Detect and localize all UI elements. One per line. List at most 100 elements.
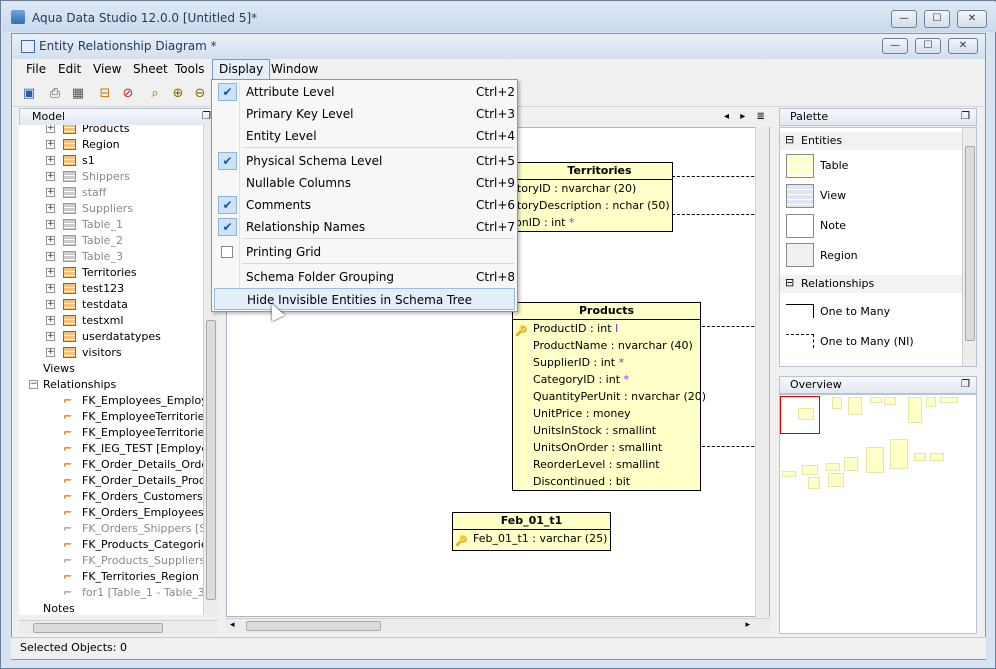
tree-item-table[interactable]: + visitors (19, 345, 203, 361)
menu-item[interactable]: Hide Invisible Entities in Schema Tree (214, 288, 515, 310)
menu-item[interactable]: Schema Folder Grouping Ctrl+8 (214, 266, 515, 288)
entity-products[interactable]: Products 🔑 ProductID : int I ProductName… (512, 302, 706, 491)
menu-window[interactable]: Window (271, 62, 318, 76)
tree-item-table[interactable]: + Table_2 (19, 233, 203, 249)
expand-icon[interactable]: + (46, 140, 55, 149)
tree-item-relationship[interactable]: ⌐ FK_Territories_Region [R (19, 569, 203, 585)
entity-column[interactable]: rritoryID : nvarchar (20) (503, 180, 672, 197)
menu-item[interactable]: Nullable Columns Ctrl+9 (214, 172, 515, 194)
doc-close-button[interactable]: ✕ (948, 38, 978, 54)
tab-list-icon[interactable]: ≣ (756, 111, 764, 122)
palette-table[interactable]: Table (820, 159, 848, 172)
expand-icon[interactable]: + (46, 252, 55, 261)
menu-item[interactable]: Primary Key Level Ctrl+3 (214, 103, 515, 125)
tree-item-relationship[interactable]: ⌐ FK_EmployeeTerritories_ (19, 409, 203, 425)
palette-region[interactable]: Region (820, 249, 858, 262)
doc-minimize-button[interactable]: — (882, 38, 908, 54)
restore-panel-icon[interactable]: ❐ (961, 377, 970, 393)
entity-column[interactable]: QuantityPerUnit : nvarchar (20) (513, 388, 706, 405)
canvas-vertical-scrollbar[interactable] (755, 127, 770, 617)
entity-column[interactable]: 🔑 ProductID : int I (513, 320, 700, 337)
tree-item-relationships[interactable]: − Relationships (19, 377, 203, 393)
palette-view[interactable]: View (820, 189, 846, 202)
menu-sheet[interactable]: Sheet (133, 62, 168, 76)
entity-column[interactable]: ReorderLevel : smallint (513, 456, 700, 473)
menu-edit[interactable]: Edit (58, 62, 81, 76)
palette-entities-section[interactable]: ⊟ Entities (780, 132, 962, 150)
scroll-left-icon[interactable]: ◂ (230, 620, 235, 630)
palette-note[interactable]: Note (820, 219, 846, 232)
entity-column[interactable]: UnitsInStock : smallint (513, 422, 700, 439)
tree-item-table[interactable]: + Region (19, 137, 203, 153)
tree-horizontal-scrollbar[interactable] (19, 620, 218, 635)
expand-icon[interactable]: + (46, 188, 55, 197)
zoom-in-icon[interactable]: ⊕ (169, 85, 187, 103)
entity-column[interactable]: UnitPrice : money (513, 405, 700, 422)
entity-column[interactable]: UnitsOnOrder : smallint (513, 439, 700, 456)
entity-column[interactable]: Discontinued : bit (513, 473, 700, 490)
expand-icon[interactable]: + (46, 316, 55, 325)
tree-item-views[interactable]: Views (19, 361, 203, 377)
tree-item-table[interactable]: + test123 (19, 281, 203, 297)
tree-item-notes[interactable]: Notes (19, 601, 203, 615)
expand-icon[interactable]: + (46, 332, 55, 341)
collapse-icon[interactable]: ⊟ (785, 133, 794, 146)
canvas-hscroll-thumb[interactable] (246, 621, 381, 631)
doc-maximize-button[interactable]: ☐ (915, 38, 941, 54)
tree-item-table[interactable]: + s1 (19, 153, 203, 169)
expand-icon[interactable]: + (46, 268, 55, 277)
tab-next-icon[interactable]: ▸ (740, 111, 745, 122)
entity-column[interactable]: CategoryID : int * (513, 371, 700, 388)
tree-item-relationship[interactable]: ⌐ FK_Order_Details_Order (19, 457, 203, 473)
menu-tools[interactable]: Tools (175, 62, 205, 76)
page-setup-icon[interactable]: ▦ (69, 85, 87, 103)
tree-item-table[interactable]: + testdata (19, 297, 203, 313)
palette-scrollbar[interactable] (962, 128, 976, 366)
save-icon[interactable]: ▣ (20, 85, 38, 103)
tree-item-relationship[interactable]: ⌐ FK_Products_Categories (19, 537, 203, 553)
tree-item-table[interactable]: + Products (19, 125, 203, 137)
entity-column[interactable]: SupplierID : int * (513, 354, 700, 371)
expand-icon[interactable]: + (46, 156, 55, 165)
close-button[interactable]: ✕ (957, 10, 987, 28)
tree-item-relationship[interactable]: ⌐ FK_EmployeeTerritories_ (19, 425, 203, 441)
tree-item-relationship[interactable]: ⌐ FK_IEG_TEST [Employee (19, 441, 203, 457)
tree-item-table[interactable]: + Table_1 (19, 217, 203, 233)
tree-item-table[interactable]: + userdatatypes (19, 329, 203, 345)
menu-item[interactable]: Printing Grid (214, 241, 515, 263)
entity-feb-01-t1[interactable]: Feb_01_t1 🔑 Feb_01_t1 : varchar (25) (452, 512, 611, 551)
view-icon[interactable] (786, 184, 814, 208)
table-icon[interactable] (786, 154, 814, 178)
menu-item[interactable]: Entity Level Ctrl+4 (214, 125, 515, 147)
menu-file[interactable]: File (26, 62, 46, 76)
palette-one-to-many[interactable]: One to Many (820, 305, 890, 318)
expand-icon[interactable]: + (46, 284, 55, 293)
tree-item-table[interactable]: + Territories (19, 265, 203, 281)
tree-item-relationship[interactable]: ⌐ for1 [Table_1 - Table_3] (19, 585, 203, 601)
zoom-out-icon[interactable]: ⊖ (191, 85, 209, 103)
tree-item-table[interactable]: + Table_3 (19, 249, 203, 265)
overview-viewport[interactable] (780, 396, 820, 434)
menu-display[interactable]: Display (212, 59, 271, 80)
tree-item-relationship[interactable]: ⌐ FK_Orders_Shippers [Sh (19, 521, 203, 537)
tree-item-table[interactable]: + Suppliers (19, 201, 203, 217)
expand-icon[interactable]: + (46, 172, 55, 181)
menu-item[interactable]: ✔ Relationship Names Ctrl+7 (214, 216, 515, 238)
restore-panel-icon[interactable]: ❐ (961, 109, 970, 125)
menu-view[interactable]: View (93, 62, 121, 76)
one-to-many-icon[interactable] (786, 304, 814, 318)
tree-item-relationship[interactable]: ⌐ FK_Employees_Employees (19, 393, 203, 409)
one-to-many-ni-icon[interactable] (786, 334, 814, 348)
entity-column[interactable]: rritoryDescription : nchar (50) (503, 197, 672, 214)
expand-icon[interactable]: + (46, 236, 55, 245)
tree-item-table[interactable]: + testxml (19, 313, 203, 329)
stop-icon[interactable]: ⊘ (119, 85, 137, 103)
collapse-icon[interactable]: − (29, 380, 38, 389)
tree-item-relationship[interactable]: ⌐ FK_Orders_Customers [C (19, 489, 203, 505)
tree-item-relationship[interactable]: ⌐ FK_Orders_Employees [E (19, 505, 203, 521)
entity-column[interactable]: ProductName : nvarchar (40) (513, 337, 700, 354)
palette-one-to-many-ni[interactable]: One to Many (NI) (820, 335, 914, 348)
note-icon[interactable] (786, 214, 814, 238)
palette-scroll-thumb[interactable] (965, 146, 975, 341)
entity-column[interactable]: gionID : int * (503, 214, 672, 231)
